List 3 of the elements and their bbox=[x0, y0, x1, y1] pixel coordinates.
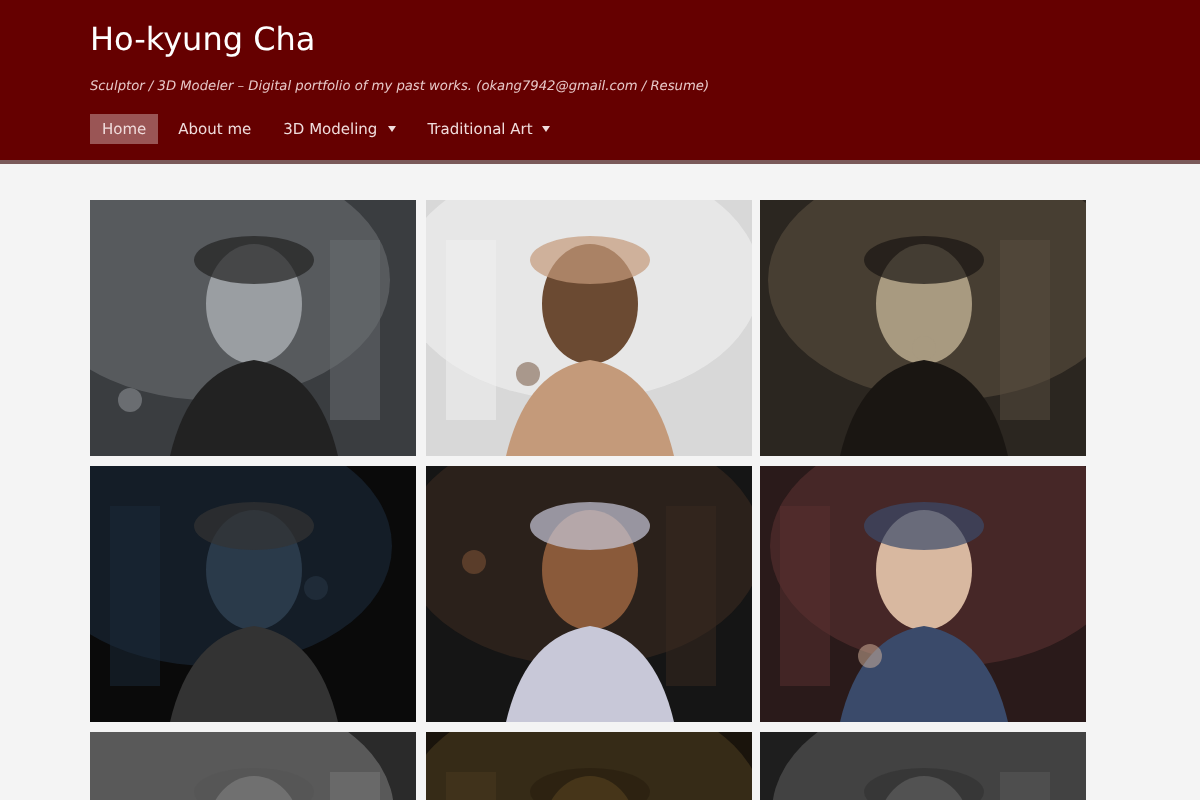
caret-icon bbox=[542, 126, 551, 132]
site-title[interactable]: Ho-kyung Cha bbox=[90, 20, 1110, 60]
caret-icon bbox=[387, 126, 396, 132]
